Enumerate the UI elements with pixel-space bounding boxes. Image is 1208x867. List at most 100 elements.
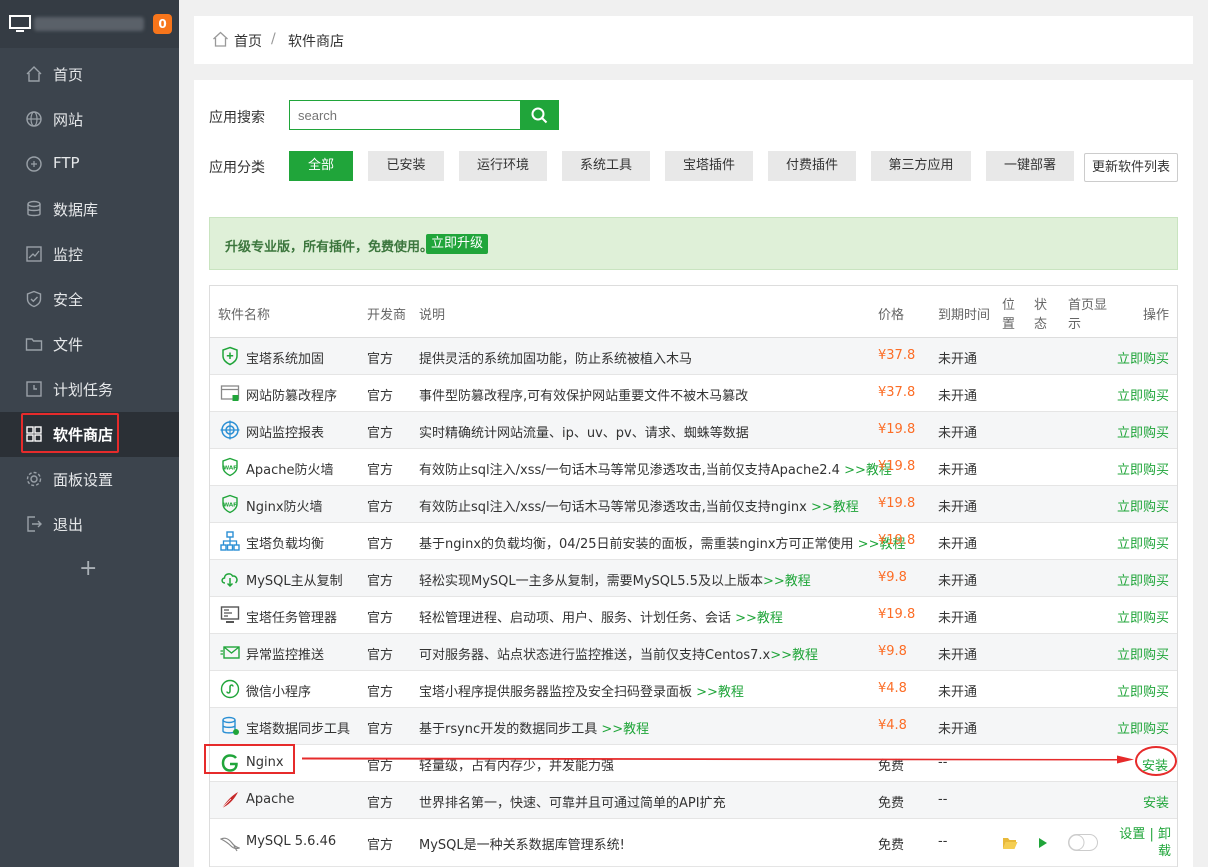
table-row: 宝塔系统加固 官方 提供灵活的系统加固功能，防止系统被植入木马 ¥37.8 未开…: [210, 338, 1177, 375]
buy-now-button[interactable]: 立即购买: [1117, 348, 1169, 367]
software-developer: 官方: [367, 796, 394, 811]
shield-icon: [26, 290, 42, 308]
category-one-click-deploy[interactable]: 一键部署: [986, 151, 1074, 181]
software-name[interactable]: 微信小程序: [246, 681, 311, 700]
sidebar-item-logout[interactable]: 退出: [0, 502, 179, 547]
software-name[interactable]: 宝塔系统加固: [246, 348, 324, 367]
table-header: 软件名称 开发商 说明 价格 到期时间 位置 状态 首页显示 操作: [210, 286, 1177, 338]
sidebar-item-panel-settings[interactable]: 面板设置: [0, 457, 179, 502]
table-row: Apache 官方 世界排名第一，快速、可靠并且可通过简单的API扩充 免费 -…: [210, 782, 1177, 819]
software-price: ¥9.8: [878, 570, 907, 585]
breadcrumb-separator: /: [271, 31, 276, 47]
table-row: 异常监控推送 官方 可对服务器、站点状态进行监控推送，当前仅支持Centos7.…: [210, 634, 1177, 671]
software-developer: 官方: [367, 389, 394, 404]
software-name[interactable]: 异常监控推送: [246, 644, 324, 663]
apache-feather-icon: [221, 792, 238, 809]
buy-now-button[interactable]: 立即购买: [1117, 570, 1169, 589]
category-third-party[interactable]: 第三方应用: [871, 151, 971, 181]
buy-now-button[interactable]: 立即购买: [1117, 644, 1169, 663]
sidebar-item-security[interactable]: 安全: [0, 277, 179, 322]
database-icon: [27, 200, 41, 217]
software-table: 软件名称 开发商 说明 价格 到期时间 位置 状态 首页显示 操作 宝塔系统加固…: [209, 285, 1178, 867]
install-button[interactable]: 安装: [1143, 792, 1169, 811]
sidebar-item-database[interactable]: 数据库: [0, 187, 179, 232]
uninstall-link-wrap[interactable]: 载: [1158, 844, 1171, 859]
buy-now-button[interactable]: 立即购买: [1117, 681, 1169, 700]
logout-icon: [27, 516, 42, 532]
software-name[interactable]: Nginx防火墙: [246, 496, 323, 515]
software-description: 世界排名第一，快速、可靠并且可通过简单的API扩充: [419, 796, 726, 811]
sidebar-item-home[interactable]: 首页: [0, 52, 179, 97]
software-price: ¥19.8: [878, 459, 916, 474]
software-price: ¥9.8: [878, 644, 907, 659]
software-expiry: --: [938, 834, 948, 849]
buy-now-button[interactable]: 立即购买: [1117, 496, 1169, 515]
category-paid-plugins[interactable]: 付费插件: [768, 151, 856, 181]
sidebar-item-files[interactable]: 文件: [0, 322, 179, 367]
uninstall-link[interactable]: 卸: [1158, 827, 1171, 842]
upgrade-now-button[interactable]: 立即升级: [426, 234, 489, 254]
search-input[interactable]: [290, 101, 520, 129]
buy-now-button[interactable]: 立即购买: [1117, 459, 1169, 478]
table-row: WAF Apache防火墙 官方 有效防止sql注入/xss/一句话木马等常见渗…: [210, 449, 1177, 486]
software-price: 免费: [878, 838, 905, 853]
software-name[interactable]: MySQL 5.6.46: [246, 834, 336, 849]
software-name[interactable]: 宝塔任务管理器: [246, 607, 337, 626]
tutorial-link[interactable]: >>教程: [763, 574, 811, 589]
tutorial-link[interactable]: >>教程: [770, 648, 818, 663]
buy-now-button[interactable]: 立即购买: [1117, 533, 1169, 552]
tutorial-link[interactable]: >>教程: [811, 500, 859, 515]
software-expiry: 未开通: [938, 537, 978, 552]
software-name[interactable]: 网站防篡改程序: [246, 385, 337, 404]
category-bt-plugins[interactable]: 宝塔插件: [665, 151, 753, 181]
sidebar-item-cron[interactable]: 计划任务: [0, 367, 179, 412]
monitor-chart-icon: [26, 246, 42, 262]
show-on-home-toggle[interactable]: [1068, 834, 1098, 851]
tutorial-link[interactable]: >>教程: [601, 722, 649, 737]
target-report-icon: [220, 420, 240, 440]
software-name[interactable]: 宝塔数据同步工具: [246, 718, 350, 737]
buy-now-button[interactable]: 立即购买: [1117, 607, 1169, 626]
software-name[interactable]: Apache防火墙: [246, 459, 334, 478]
table-row: WAF Nginx防火墙 官方 有效防止sql注入/xss/一句话木马等常见渗透…: [210, 486, 1177, 523]
software-price: ¥19.8: [878, 607, 916, 622]
play-icon[interactable]: [1038, 837, 1048, 849]
annotation-nginx-box: [204, 744, 295, 774]
software-name[interactable]: MySQL主从复制: [246, 570, 343, 589]
software-developer: 官方: [367, 838, 394, 853]
software-developer: 官方: [367, 463, 394, 478]
category-installed[interactable]: 已安装: [368, 151, 444, 181]
refresh-software-list-button[interactable]: 更新软件列表: [1084, 153, 1178, 182]
waf-shield-icon: WAF: [222, 494, 238, 514]
software-name[interactable]: 宝塔负载均衡: [246, 533, 324, 552]
settings-link[interactable]: 设置: [1119, 827, 1145, 842]
software-expiry: 未开通: [938, 722, 978, 737]
add-shortcut-button[interactable]: +: [79, 556, 97, 581]
header-position: 位置: [1002, 298, 1016, 332]
mysql-dolphin-icon: [220, 837, 240, 852]
notification-badge[interactable]: 0: [153, 14, 172, 34]
buy-now-button[interactable]: 立即购买: [1117, 422, 1169, 441]
search-button[interactable]: [520, 100, 559, 130]
folder-icon: [25, 338, 43, 351]
software-name[interactable]: 网站监控报表: [246, 422, 324, 441]
gear-icon: [26, 471, 42, 487]
tutorial-link[interactable]: >>教程: [696, 685, 744, 700]
sidebar-item-monitor[interactable]: 监控: [0, 232, 179, 277]
sidebar-item-label: 文件: [53, 336, 84, 354]
category-all[interactable]: 全部: [289, 151, 353, 181]
tamper-proof-icon: [220, 385, 240, 401]
software-description: 有效防止sql注入/xss/一句话木马等常见渗透攻击,当前仅支持Apache2.…: [419, 463, 892, 478]
sidebar-item-label: 计划任务: [53, 381, 114, 399]
sidebar-item-website[interactable]: 网站: [0, 97, 179, 142]
sidebar-item-ftp[interactable]: FTP: [0, 142, 179, 187]
buy-now-button[interactable]: 立即购买: [1117, 385, 1169, 404]
tutorial-link[interactable]: >>教程: [735, 611, 783, 626]
category-system-tools[interactable]: 系统工具: [562, 151, 650, 181]
breadcrumb-home-link[interactable]: 首页: [234, 31, 262, 51]
software-description: 可对服务器、站点状态进行监控推送，当前仅支持Centos7.x>>教程: [419, 648, 819, 663]
buy-now-button[interactable]: 立即购买: [1117, 718, 1169, 737]
category-runtime[interactable]: 运行环境: [459, 151, 547, 181]
software-name[interactable]: Apache: [246, 792, 295, 807]
folder-open-icon[interactable]: [1002, 836, 1018, 850]
